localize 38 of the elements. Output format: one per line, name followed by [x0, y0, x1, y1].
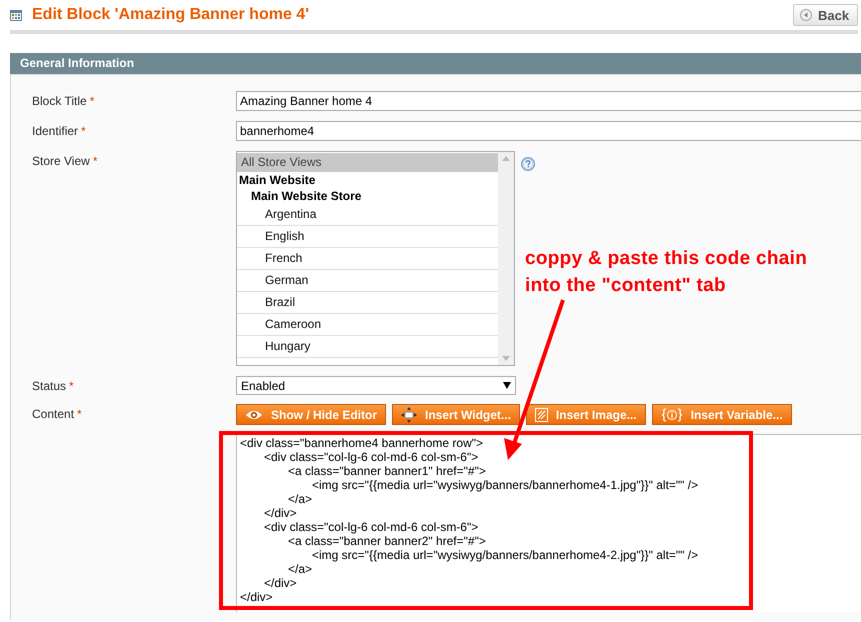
- eye-icon: [245, 408, 263, 420]
- text-field[interactable]: Amazing Banner home 4: [236, 91, 861, 111]
- required-mark: *: [92, 154, 98, 168]
- field-label: Identifier: [32, 124, 78, 138]
- required-mark: *: [77, 407, 82, 421]
- scrollbar[interactable]: [498, 152, 514, 365]
- store-option[interactable]: German: [237, 270, 498, 292]
- help-icon[interactable]: [521, 157, 535, 171]
- grid-icon: [10, 10, 22, 20]
- scroll-up-icon[interactable]: [502, 156, 510, 161]
- store-option[interactable]: Argentina: [237, 204, 498, 226]
- store-option[interactable]: All Store Views: [237, 153, 498, 172]
- option-group: Main Website: [237, 172, 498, 188]
- section-header: General Information: [10, 53, 861, 75]
- braces-icon: [660, 408, 683, 422]
- option-group: Main Website Store: [237, 188, 498, 204]
- store-option[interactable]: Hungary: [237, 336, 498, 358]
- page-title: Edit Block 'Amazing Banner home 4': [32, 6, 310, 24]
- store-option[interactable]: Brazil: [237, 292, 498, 314]
- field-label: Content: [32, 407, 74, 421]
- annotation-note: coppy & paste this code chain into the "content" tab: [525, 247, 808, 298]
- caret-icon: [503, 382, 511, 389]
- back-button[interactable]: Back: [793, 4, 858, 26]
- widget-icon: [401, 406, 418, 422]
- image-icon: [534, 408, 548, 422]
- required-mark: *: [90, 94, 94, 108]
- content-textarea[interactable]: <div class="bannerhome4 bannerhome row"> <div class="col-lg-6 col-md-6 col-sm-6"> <a class="banner banner1" href="#"> <img src="{{media url="wysiwyg/banners/bannerhome4-1.jpg"}}" alt="" /> </a> </div> <div class="col-lg-6 col-md-6 col-sm-6"> <a class="banner banner2" href="#"> <img src="{{media url="wysiwyg/banners/bannerhome4-2.jpg"}}" alt="" /> </a> </div> </div>: [236, 434, 861, 612]
- store-option[interactable]: French: [237, 248, 498, 270]
- required-mark: *: [69, 379, 74, 393]
- status-dropdown[interactable]: Enabled: [236, 376, 516, 395]
- scroll-down-icon[interactable]: [502, 356, 510, 361]
- field-label: Block Title: [32, 94, 87, 108]
- required-mark: *: [81, 124, 86, 138]
- store-option[interactable]: Cameroon: [237, 314, 498, 336]
- field-label: Status: [32, 379, 66, 393]
- store-option[interactable]: English: [237, 226, 498, 248]
- field-label: Store View: [32, 154, 90, 168]
- text-field[interactable]: bannerhome4: [236, 121, 861, 141]
